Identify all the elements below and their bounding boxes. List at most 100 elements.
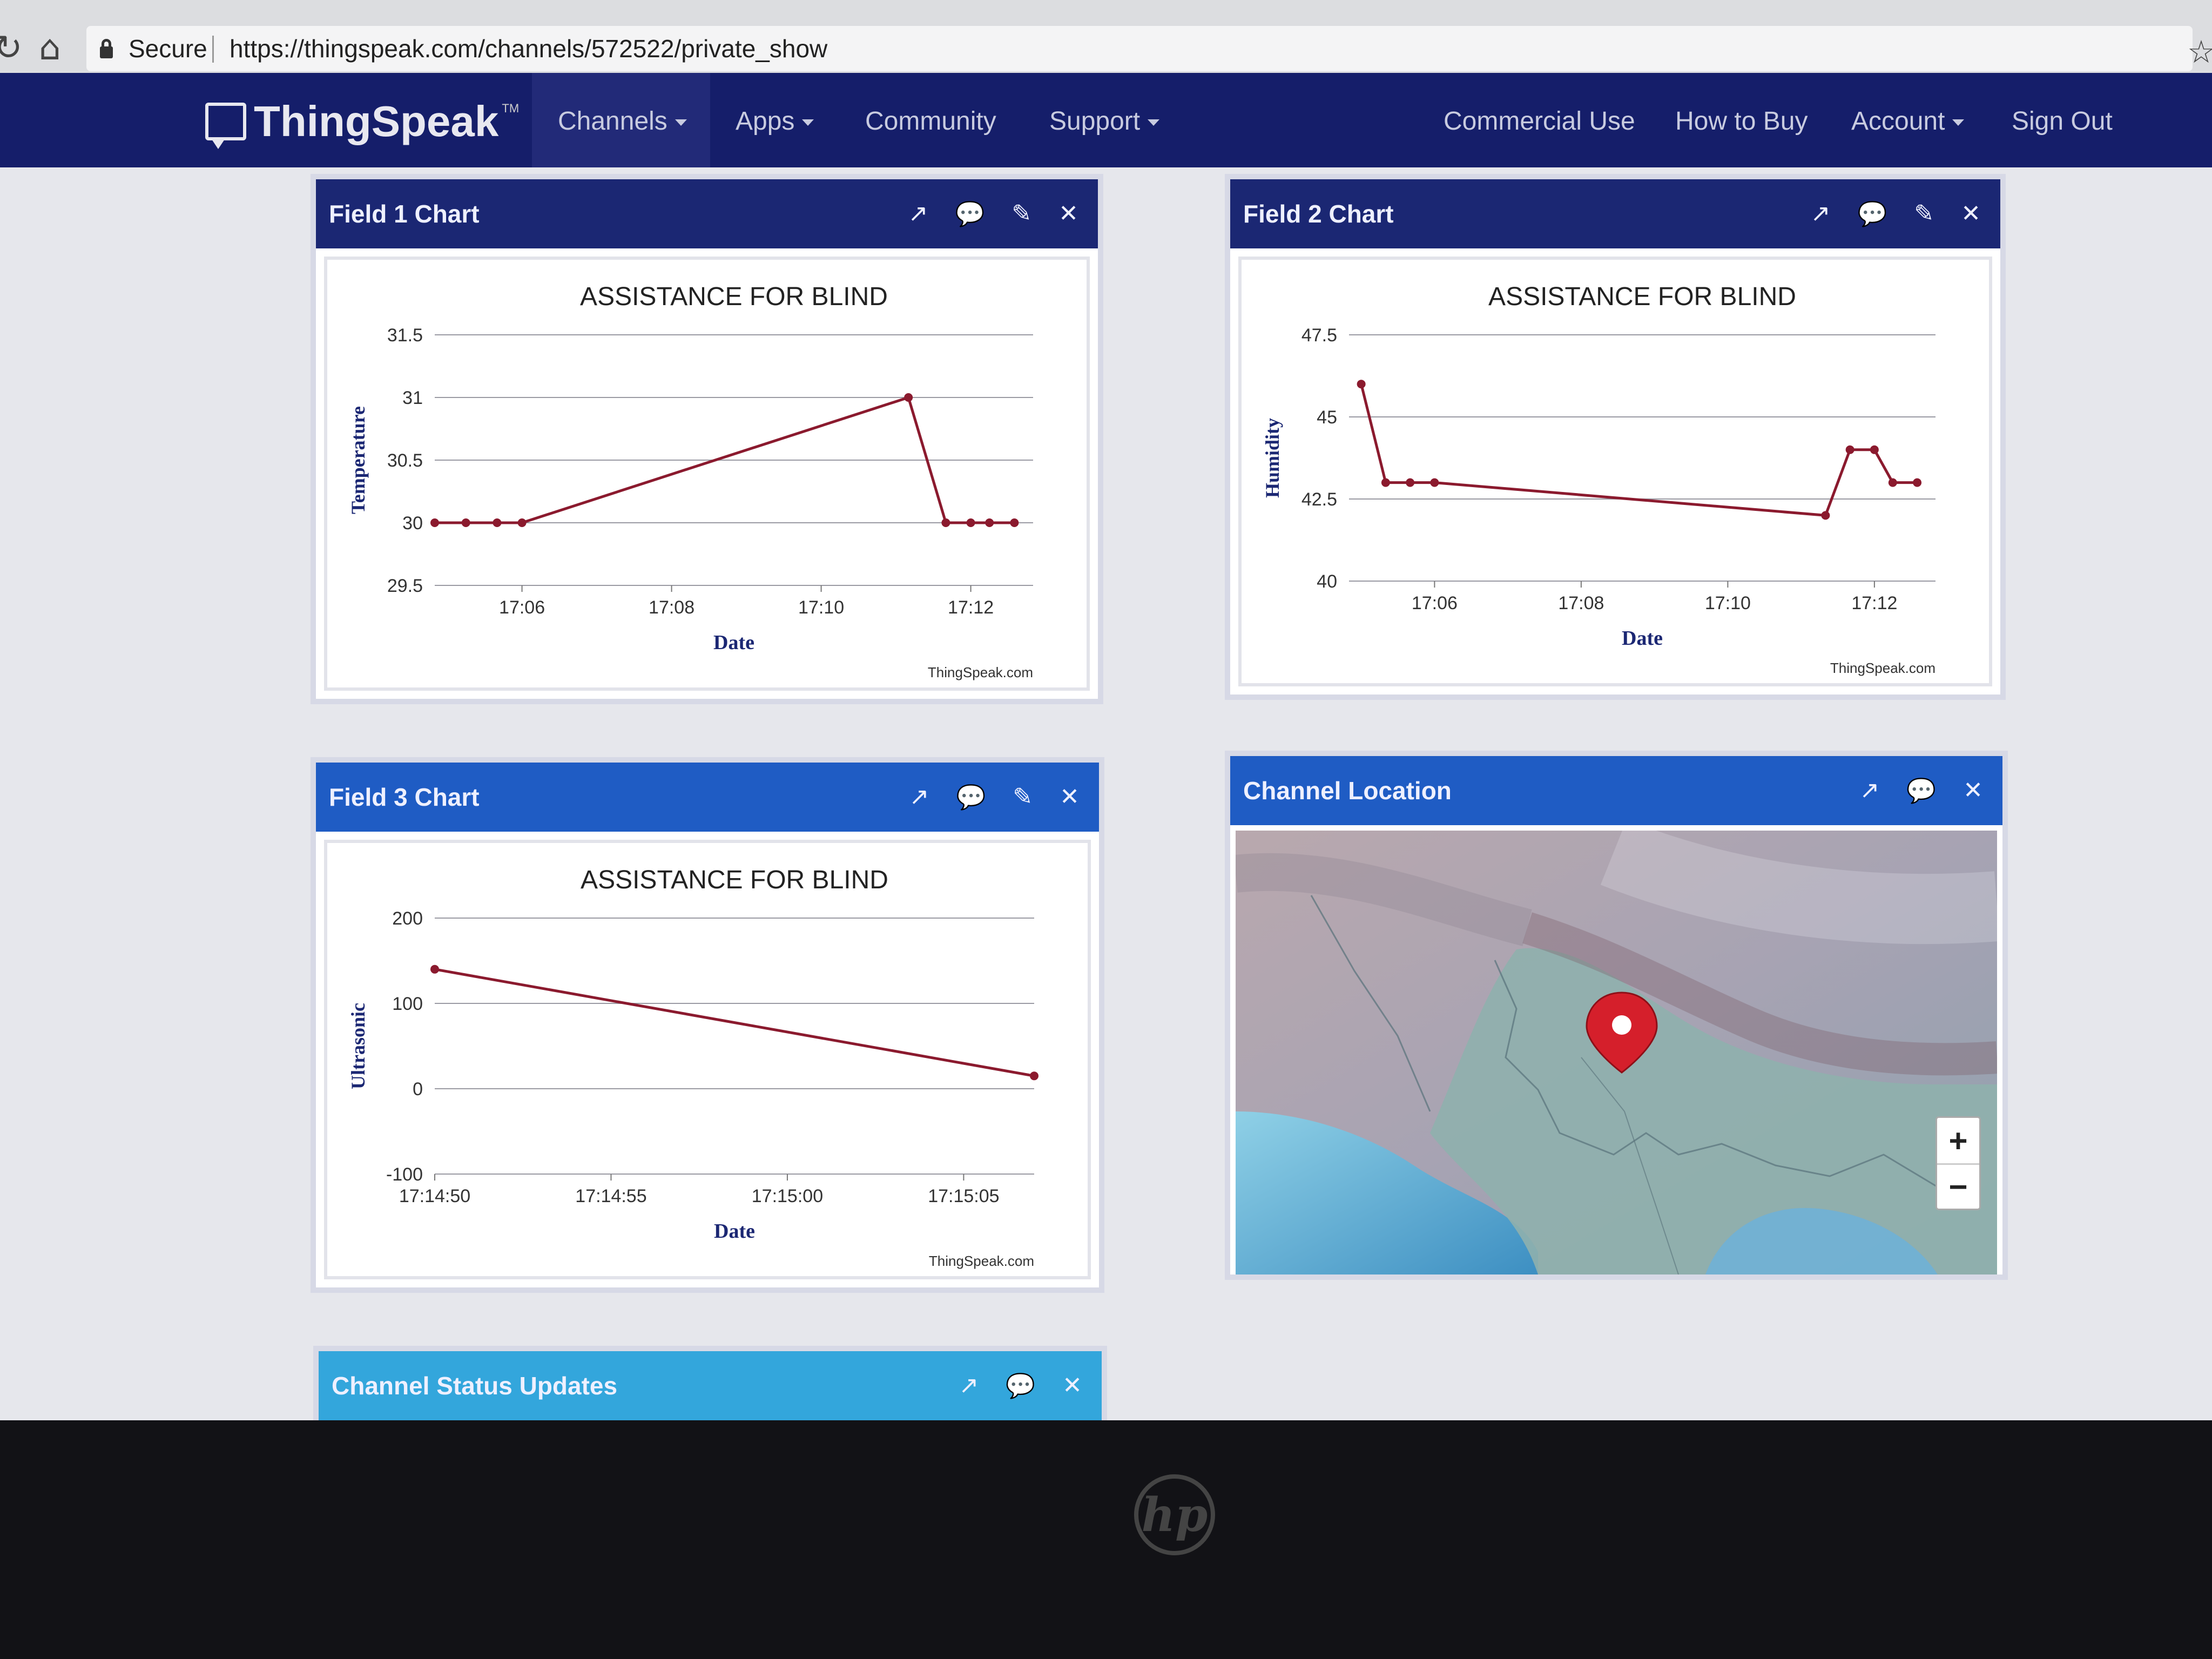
x-axis-label: Date <box>713 631 754 654</box>
data-point <box>430 965 439 974</box>
external-link-icon[interactable]: ↗ <box>909 783 929 811</box>
nav-sign-out[interactable]: Sign Out <box>2012 106 2113 136</box>
bookmark-star-icon[interactable]: ☆ <box>2187 33 2212 70</box>
x-tick-label: 17:12 <box>1851 593 1897 613</box>
data-point <box>1357 380 1366 389</box>
panel-header: Field 2 Chart ↗ 💬 ✎ ✕ <box>1230 179 2000 248</box>
data-point <box>941 518 950 527</box>
nav-apps[interactable]: Apps <box>736 106 814 136</box>
home-icon[interactable]: ⌂ <box>39 28 61 68</box>
comment-icon[interactable]: 💬 <box>1906 777 1936 805</box>
close-icon[interactable]: ✕ <box>1060 783 1080 811</box>
pencil-icon[interactable]: ✎ <box>1011 200 1031 228</box>
panel-title: Channel Status Updates <box>332 1372 618 1400</box>
reload-icon[interactable]: ↻ <box>0 28 23 68</box>
url-text[interactable]: https://thingspeak.com/channels/572522/p… <box>230 34 827 63</box>
y-tick-label: 40 <box>1317 571 1337 592</box>
x-tick-label: 17:15:00 <box>752 1186 823 1206</box>
data-point <box>966 518 975 527</box>
pencil-icon[interactable]: ✎ <box>1013 783 1033 811</box>
panel-header: Field 3 Chart ↗ 💬 ✎ ✕ <box>316 763 1099 832</box>
chevron-down-icon <box>675 119 687 126</box>
hp-logo: hp <box>1134 1474 1215 1555</box>
nav-how-to-buy[interactable]: How to Buy <box>1675 106 1808 136</box>
data-point <box>1888 478 1897 487</box>
external-link-icon[interactable]: ↗ <box>1811 200 1831 228</box>
lock-icon <box>100 39 113 58</box>
address-divider <box>212 36 214 63</box>
laptop-bezel <box>0 1420 2212 1659</box>
comment-icon[interactable]: 💬 <box>1857 200 1887 228</box>
x-tick-label: 17:08 <box>1558 593 1604 613</box>
brand-logo[interactable]: ThingSpeak TM <box>205 97 520 149</box>
chart-credit: ThingSpeak.com <box>928 664 1033 680</box>
y-tick-label: 200 <box>392 908 423 929</box>
zoom-in-button[interactable]: + <box>1937 1118 1979 1163</box>
y-tick-label: 30 <box>402 513 423 534</box>
y-tick-label: 47.5 <box>1301 325 1337 346</box>
x-axis-label: Date <box>1622 627 1663 650</box>
data-point <box>1010 518 1019 527</box>
external-link-icon[interactable]: ↗ <box>1859 777 1879 805</box>
x-tick-label: 17:06 <box>1412 593 1458 613</box>
field-1-chart-panel: Field 1 Chart ↗ 💬 ✎ ✕ ASSISTANCE FOR BLI… <box>311 174 1103 704</box>
data-point <box>1845 445 1854 454</box>
nav-support[interactable]: Support <box>1049 106 1160 136</box>
panel-title: Channel Location <box>1243 777 1452 805</box>
external-link-icon[interactable]: ↗ <box>908 200 928 228</box>
channel-status-panel: Channel Status Updates ↗ 💬 ✕ <box>313 1346 1107 1421</box>
y-tick-label: 31.5 <box>387 325 423 346</box>
chart-credit: ThingSpeak.com <box>1830 660 1936 676</box>
y-tick-label: 29.5 <box>387 576 423 596</box>
field-2-chart-panel: Field 2 Chart ↗ 💬 ✎ ✕ ASSISTANCE FOR BLI… <box>1225 174 2006 700</box>
chart-title: ASSISTANCE FOR BLIND <box>581 866 888 894</box>
y-tick-label: -100 <box>386 1164 423 1185</box>
nav-commercial-use[interactable]: Commercial Use <box>1444 106 1635 136</box>
plot-frame <box>1238 257 1992 686</box>
x-axis-label: Date <box>714 1220 755 1243</box>
chevron-down-icon <box>802 119 814 126</box>
data-point <box>1913 478 1922 487</box>
close-icon[interactable]: ✕ <box>1961 200 1981 228</box>
panel-header: Channel Location ↗ 💬 ✕ <box>1230 756 2002 825</box>
close-icon[interactable]: ✕ <box>1058 200 1078 228</box>
plot-frame <box>324 840 1091 1279</box>
speech-bubble-icon <box>205 103 246 149</box>
external-link-icon[interactable]: ↗ <box>959 1372 979 1400</box>
field-2-chart: ASSISTANCE FOR BLIND 47.5 45 42.5 40 17:06 17:… <box>1238 257 1992 686</box>
x-tick-label: 17:12 <box>948 597 994 618</box>
data-point <box>430 518 439 527</box>
plot-frame <box>324 257 1090 691</box>
panel-header: Channel Status Updates ↗ 💬 ✕ <box>319 1351 1102 1420</box>
pencil-icon[interactable]: ✎ <box>1914 200 1934 228</box>
y-tick-label: 0 <box>413 1079 423 1100</box>
x-tick-label: 17:10 <box>798 597 844 618</box>
location-map[interactable] <box>1236 831 1997 1274</box>
x-tick-label: 17:15:05 <box>928 1186 999 1206</box>
y-tick-label: 100 <box>392 994 423 1014</box>
data-point <box>1821 511 1830 520</box>
close-icon[interactable]: ✕ <box>1963 777 1983 805</box>
comment-icon[interactable]: 💬 <box>1006 1372 1035 1400</box>
y-tick-label: 42.5 <box>1301 489 1337 510</box>
data-point <box>1030 1071 1038 1081</box>
zoom-out-button[interactable]: − <box>1937 1163 1979 1209</box>
data-point <box>1381 478 1390 487</box>
nav-community[interactable]: Community <box>865 106 996 136</box>
nav-channels[interactable]: Channels <box>558 106 687 136</box>
field-3-chart-panel: Field 3 Chart ↗ 💬 ✎ ✕ ASSISTANCE FOR BLI… <box>311 757 1104 1293</box>
nav-account[interactable]: Account <box>1851 106 1965 136</box>
y-axis-label: Temperature <box>347 406 369 514</box>
x-tick-label: 17:06 <box>499 597 545 618</box>
panel-title: Field 3 Chart <box>329 783 480 811</box>
data-point <box>517 518 527 527</box>
map-zoom-control: + − <box>1936 1116 1981 1210</box>
chart-title: ASSISTANCE FOR BLIND <box>1488 282 1796 311</box>
y-axis-label: Humidity <box>1262 418 1283 498</box>
data-point <box>985 518 994 527</box>
close-icon[interactable]: ✕ <box>1062 1372 1082 1400</box>
comment-icon[interactable]: 💬 <box>956 783 986 811</box>
trademark-mark: TM <box>502 102 520 115</box>
brand-name: ThingSpeak <box>254 97 499 145</box>
comment-icon[interactable]: 💬 <box>955 200 984 228</box>
